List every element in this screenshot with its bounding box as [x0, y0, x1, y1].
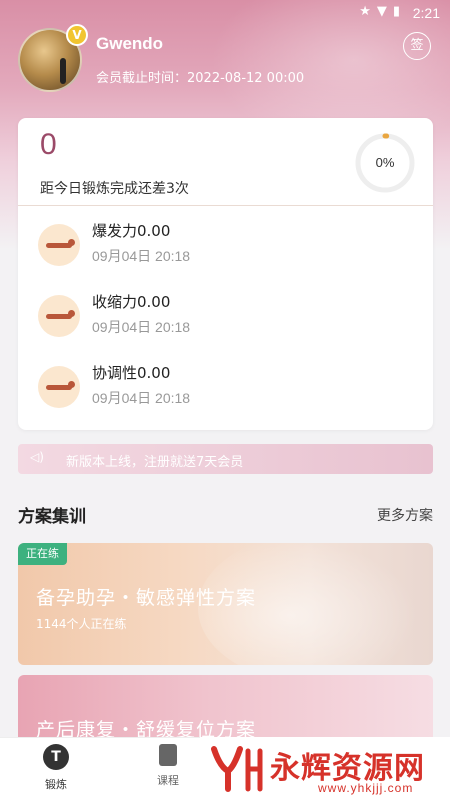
plan-status-tag: 正在练	[18, 543, 67, 565]
metric-time: 09月04日 20:18	[92, 319, 191, 335]
sign-in-button[interactable]: 签	[403, 32, 431, 60]
plank-pose-icon	[38, 224, 80, 266]
section-title: 方案集训	[18, 507, 86, 527]
metric-time: 09月04日 20:18	[92, 390, 191, 406]
plan-card[interactable]: 正在练 备孕助孕・敏感弹性方案 1144个人正在练	[18, 543, 433, 665]
book-icon	[159, 744, 177, 766]
tab-courses[interactable]: 课程	[133, 744, 203, 788]
tab-label: 课程	[157, 774, 179, 787]
remaining-text: 距今日锻炼完成还差3次	[40, 181, 189, 197]
exercise-count: 0	[40, 128, 57, 161]
status-bar: ★ ▼ ▮ 2:21	[0, 0, 450, 26]
watermark-logo	[211, 746, 263, 792]
star-icon: ★	[359, 4, 371, 19]
progress-label: 0%	[375, 155, 395, 170]
status-time: 2:21	[412, 5, 440, 21]
daily-summary-card: 0 距今日锻炼完成还差3次 0% 爆发力0.00 09月04日 20:18 收缩…	[18, 118, 433, 430]
metric-name: 爆发力0.00	[92, 222, 171, 240]
tab-label: 锻炼	[45, 778, 67, 791]
plan-participants: 1144个人正在练	[36, 617, 127, 631]
metric-name: 收缩力0.00	[92, 293, 171, 311]
speaker-icon: ◁)	[30, 450, 44, 464]
tab-exercise[interactable]: T 锻炼	[21, 744, 91, 792]
metric-name: 协调性0.00	[92, 364, 171, 382]
plan-title: 备孕助孕・敏感弹性方案	[36, 587, 257, 609]
plank-pose-icon	[38, 366, 80, 408]
notice-text: 新版本上线，注册就送7天会员	[66, 455, 244, 470]
member-expiry: 会员截止时间：2022-08-12 00:00	[96, 71, 305, 86]
avatar-figure	[60, 58, 66, 84]
vip-badge-icon: V	[66, 24, 88, 46]
more-plans-link[interactable]: 更多方案	[377, 505, 433, 525]
metric-row[interactable]: 协调性0.00 09月04日 20:18	[38, 360, 418, 414]
progress-ring: 0%	[354, 132, 416, 194]
plan-card[interactable]: 产后康复・舒缓复位方案	[18, 675, 433, 745]
status-icons: ★ ▼ ▮	[359, 4, 400, 19]
metric-row[interactable]: 收缩力0.00 09月04日 20:18	[38, 289, 418, 343]
dumbbell-icon: T	[43, 744, 69, 770]
wifi-icon: ▼	[376, 4, 387, 19]
metric-time: 09月04日 20:18	[92, 248, 191, 264]
notice-banner[interactable]: ◁) 新版本上线，注册就送7天会员	[18, 444, 433, 474]
watermark: 永辉资源网 www.yhkjjj.com	[200, 737, 450, 800]
plank-pose-icon	[38, 295, 80, 337]
username: Gwendo	[96, 34, 164, 53]
battery-icon: ▮	[392, 4, 400, 19]
watermark-url: www.yhkjjj.com	[318, 781, 414, 795]
metric-row[interactable]: 爆发力0.00 09月04日 20:18	[38, 218, 418, 272]
divider	[18, 205, 433, 206]
